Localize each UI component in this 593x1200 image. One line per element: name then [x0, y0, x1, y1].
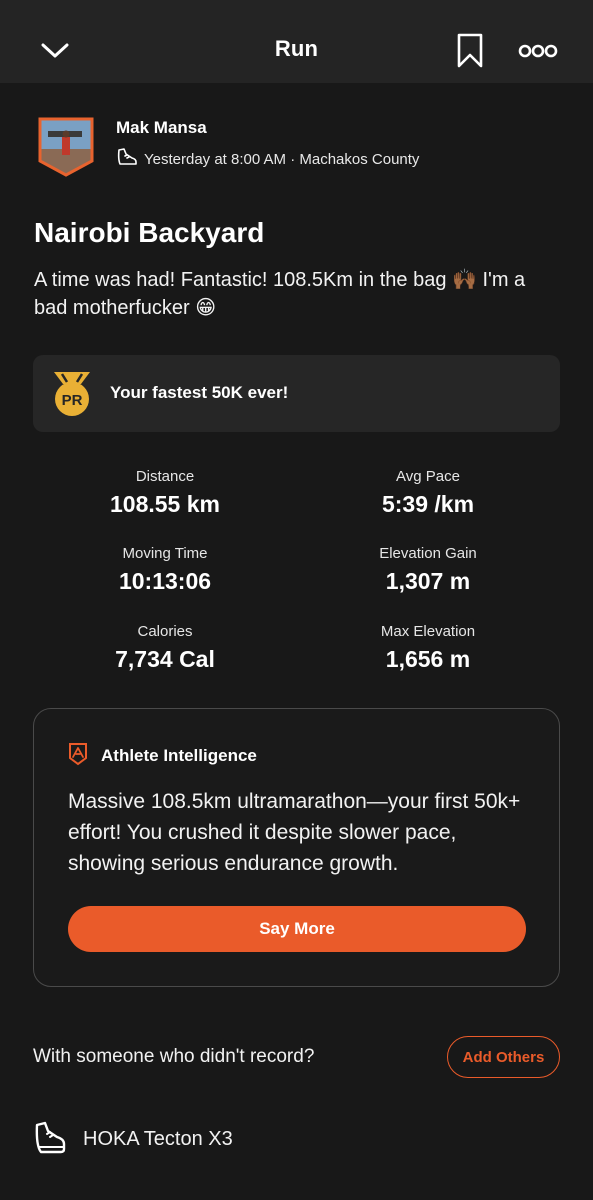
stat-value: 10:13:06 — [118, 568, 212, 594]
pr-badge-text: PR — [62, 392, 83, 409]
shoe-icon — [116, 147, 138, 171]
athlete-intelligence-icon — [68, 742, 88, 766]
stat-distance: Distance 108.55 km — [33, 468, 297, 518]
bookmark-icon[interactable] — [456, 33, 488, 69]
stat-value: 7,734 Cal — [115, 646, 215, 672]
add-others-button[interactable]: Add Others — [447, 1036, 560, 1078]
stat-label: Distance — [135, 468, 195, 485]
stat-value: 108.55 km — [110, 491, 220, 517]
gear-name: HOKA Tecton X3 — [83, 1128, 233, 1150]
achievement-text: Your fastest 50K ever! — [110, 383, 289, 402]
add-others-prompt: With someone who didn't record? — [33, 1046, 315, 1067]
stat-max-elevation: Max Elevation 1,656 m — [296, 623, 560, 673]
stat-calories: Calories 7,734 Cal — [33, 623, 297, 673]
stat-moving-time: Moving Time 10:13:06 — [33, 545, 297, 595]
activity-description: A time was had! Fantastic! 108.5Km in th… — [34, 269, 526, 319]
stat-elevation-gain: Elevation Gain 1,307 m — [296, 545, 560, 595]
stat-value: 1,656 m — [385, 646, 471, 672]
more-options-icon[interactable] — [518, 40, 558, 62]
stat-label: Elevation Gain — [379, 545, 477, 562]
stat-label: Moving Time — [122, 545, 208, 562]
athlete-intelligence-title: Athlete Intelligence — [101, 746, 257, 765]
activity-meta: Yesterday at 8:00 AM · Machakos County — [116, 147, 419, 171]
gear-row[interactable]: HOKA Tecton X3 — [33, 1120, 560, 1160]
stat-value: 1,307 m — [385, 568, 471, 594]
achievement-card[interactable]: PR Your fastest 50K ever! — [33, 355, 560, 432]
pr-medal-icon: PR — [51, 370, 93, 418]
stat-label: Calories — [137, 623, 193, 640]
activity-time-location: Yesterday at 8:00 AM · Machakos County — [144, 150, 420, 168]
activity-title: Nairobi Backyard — [34, 217, 265, 248]
athlete-header: Mak Mansa Yesterday at 8:00 AM · Machako… — [34, 113, 554, 183]
stat-value: 5:39 /km — [381, 491, 475, 517]
shoe-icon — [33, 1120, 67, 1156]
top-bar: Run — [0, 0, 593, 83]
page-title: Run — [274, 36, 319, 61]
stat-label: Max Elevation — [380, 623, 476, 640]
athlete-intelligence-card: Athlete Intelligence Massive 108.5km ult… — [33, 708, 560, 987]
avatar[interactable] — [38, 117, 94, 177]
add-others-row: With someone who didn't record? Add Othe… — [33, 1036, 560, 1079]
stat-avg-pace: Avg Pace 5:39 /km — [296, 468, 560, 518]
athlete-intelligence-body: Massive 108.5km ultramarathon—your first… — [68, 790, 521, 875]
stat-label: Avg Pace — [396, 468, 460, 485]
athlete-name[interactable]: Mak Mansa — [116, 118, 207, 138]
say-more-button[interactable]: Say More — [68, 906, 526, 952]
